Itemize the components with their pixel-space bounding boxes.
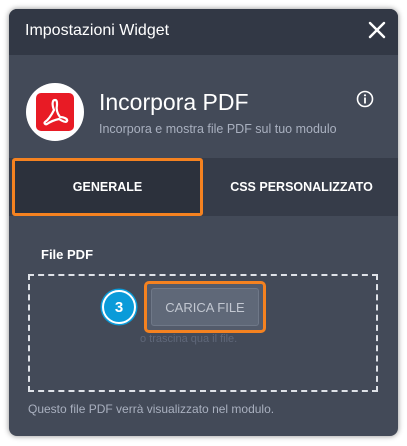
tab-custom-css[interactable]: CSS PERSONALIZZATO xyxy=(205,158,398,216)
info-icon[interactable] xyxy=(356,90,374,108)
footer-note: Questo file PDF verrà visualizzato nel m… xyxy=(28,402,275,416)
file-pdf-label: File PDF xyxy=(41,247,94,262)
widget-name: Incorpora PDF xyxy=(99,89,249,115)
upload-file-button[interactable]: CARICA FILE xyxy=(151,288,259,326)
modal-title: Impostazioni Widget xyxy=(25,22,170,39)
close-icon[interactable] xyxy=(366,19,388,41)
pdf-app-icon xyxy=(26,83,84,141)
widget-description: Incorpora e mostra file PDF sul tuo modu… xyxy=(99,122,337,136)
widget-settings-modal: Impostazioni Widget Incorpora PDF Incorp… xyxy=(9,9,398,436)
pdf-icon xyxy=(36,93,74,131)
modal-header: Impostazioni Widget xyxy=(9,9,398,55)
step-badge: 3 xyxy=(102,290,136,324)
drag-hint-text: o trascina qua il file. xyxy=(140,333,238,345)
tab-general[interactable]: GENERALE xyxy=(12,158,203,216)
upload-button-highlight: CARICA FILE xyxy=(144,281,266,333)
tab-bar: GENERALE CSS PERSONALIZZATO xyxy=(9,158,398,216)
